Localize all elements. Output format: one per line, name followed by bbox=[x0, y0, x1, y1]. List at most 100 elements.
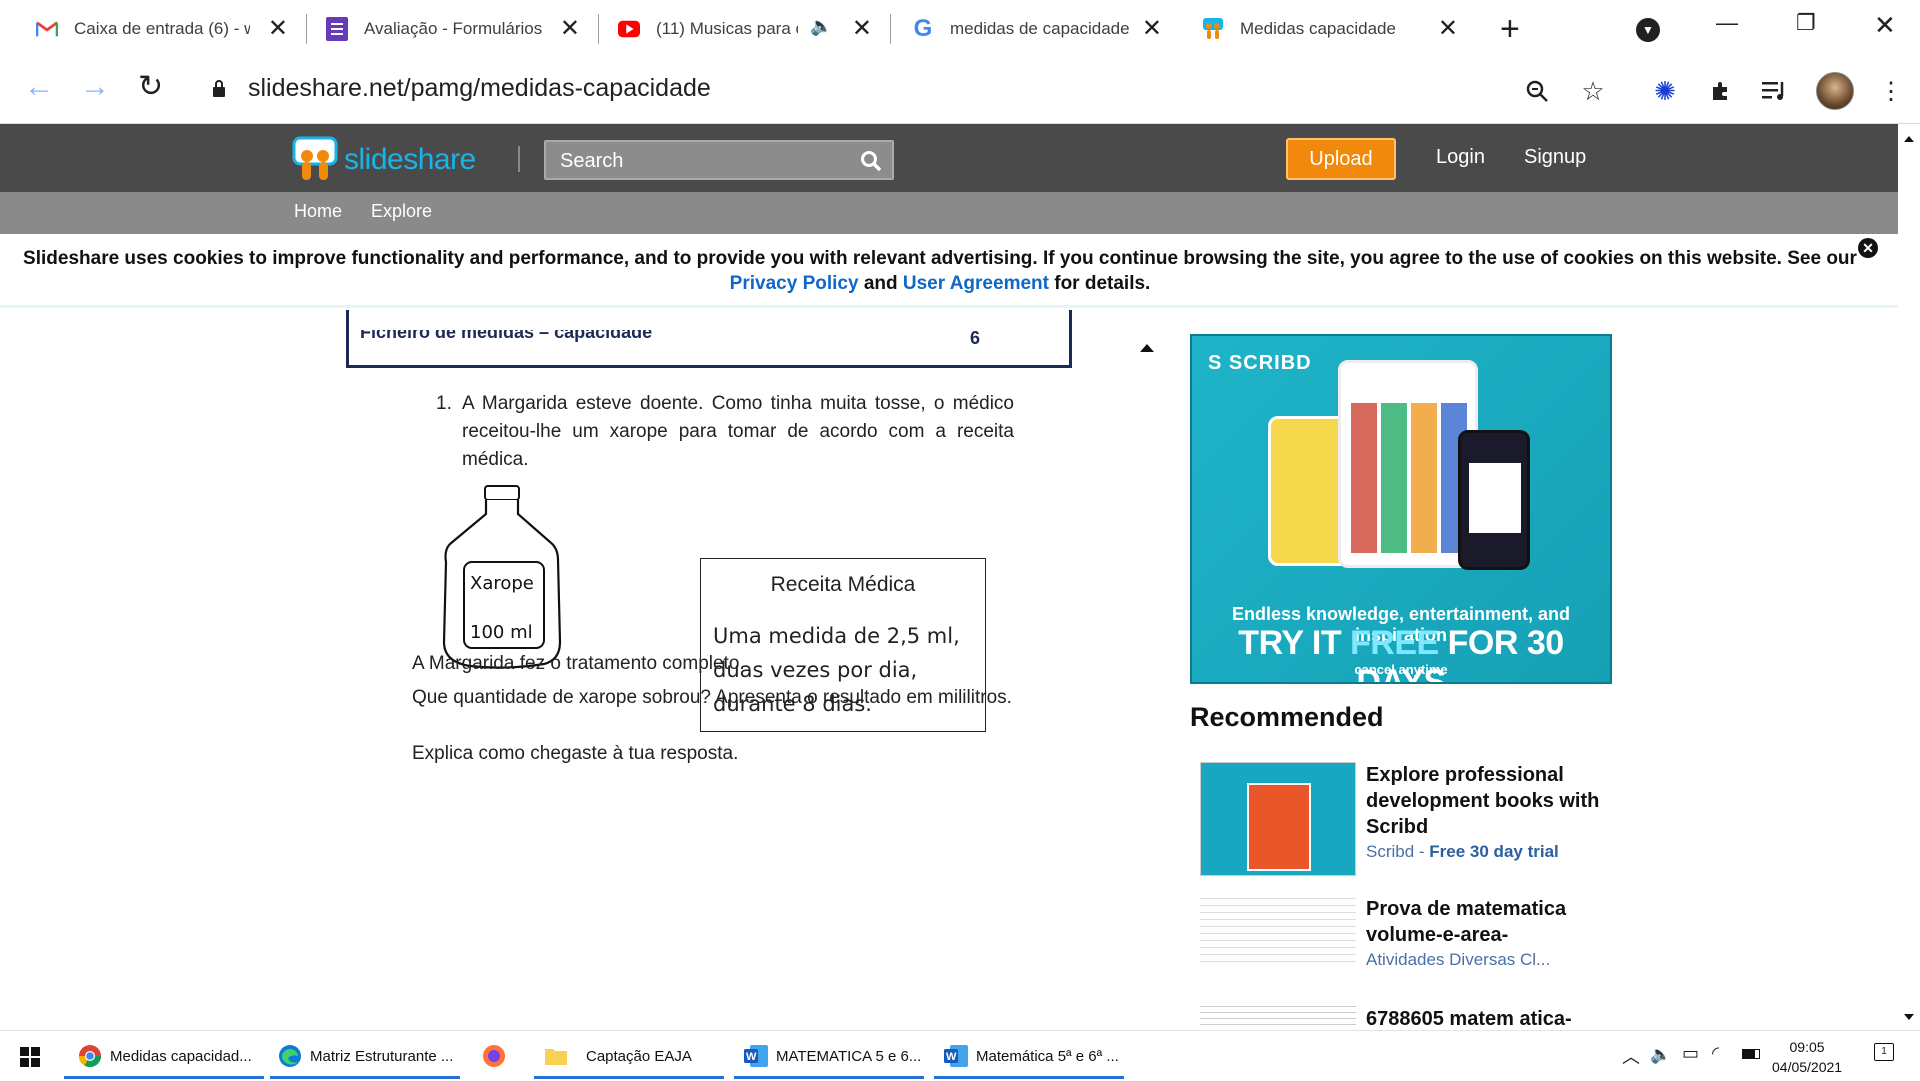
taskbar-folder[interactable]: Captação EAJA bbox=[534, 1031, 724, 1081]
media-control-icon[interactable] bbox=[1760, 76, 1790, 106]
recommended-item[interactable]: 6788605 matem atica- bbox=[1200, 1006, 1640, 1030]
profile-avatar[interactable] bbox=[1816, 72, 1854, 110]
speaker-icon[interactable]: 🔈 bbox=[810, 16, 832, 37]
folder-icon bbox=[544, 1044, 568, 1068]
system-tray-chevron-icon[interactable]: ︿ bbox=[1622, 1043, 1640, 1069]
search-icon[interactable] bbox=[860, 150, 882, 172]
lock-icon[interactable] bbox=[212, 80, 226, 98]
window-close-icon[interactable]: ✕ bbox=[1874, 10, 1896, 41]
taskbar-word-1[interactable]: W MATEMATICA 5 e 6... bbox=[734, 1031, 924, 1081]
notifications-icon[interactable]: 1 bbox=[1874, 1043, 1894, 1061]
scribd-ad[interactable]: S SCRIBD Endless knowledge, entertainmen… bbox=[1190, 334, 1612, 684]
tab-slideshare-active[interactable]: Medidas capacidade ✕ bbox=[1202, 12, 1458, 46]
scribd-brand-text: SCRIBD bbox=[1228, 352, 1312, 374]
cookie-text: Slideshare uses cookies to improve funct… bbox=[20, 246, 1860, 296]
close-tab-icon[interactable]: ✕ bbox=[1438, 17, 1458, 41]
search-box bbox=[544, 140, 894, 180]
cookie-message: Slideshare uses cookies to improve funct… bbox=[23, 248, 1857, 269]
cookie-close-icon[interactable]: ✕ bbox=[1858, 238, 1878, 258]
search-input[interactable] bbox=[560, 146, 850, 176]
word-icon: W bbox=[744, 1044, 768, 1068]
close-tab-icon[interactable]: ✕ bbox=[560, 17, 580, 41]
tab-google-search[interactable]: G medidas de capacidade n ✕ bbox=[912, 12, 1162, 46]
user-agreement-link[interactable]: User Agreement bbox=[903, 273, 1049, 294]
youtube-icon bbox=[618, 18, 640, 40]
taskbar-chrome[interactable]: Medidas capacidad... bbox=[64, 1031, 264, 1081]
privacy-policy-link[interactable]: Privacy Policy bbox=[730, 273, 859, 294]
tab-separator bbox=[890, 14, 891, 44]
taskbar-active-indicator bbox=[534, 1076, 724, 1079]
back-icon[interactable]: ← bbox=[24, 72, 54, 102]
tab-gmail[interactable]: Caixa de entrada (6) - wa ✕ bbox=[36, 12, 288, 46]
tablet-image bbox=[1338, 360, 1478, 568]
scroll-up-icon[interactable] bbox=[1904, 136, 1914, 142]
restore-icon[interactable]: ❐ bbox=[1796, 10, 1816, 36]
scroll-down-icon[interactable] bbox=[1904, 1014, 1914, 1020]
close-tab-icon[interactable]: ✕ bbox=[268, 17, 288, 41]
recommended-source: Scribd - Free 30 day trial bbox=[1366, 842, 1559, 861]
wifi-icon[interactable]: ◜ bbox=[1712, 1043, 1719, 1064]
svg-text:W: W bbox=[746, 1051, 757, 1063]
url-bar[interactable]: slideshare.net/pamg/medidas-capacidade bbox=[248, 74, 711, 103]
recommended-thumbnail[interactable] bbox=[1200, 762, 1356, 876]
close-tab-icon[interactable]: ✕ bbox=[1142, 17, 1162, 41]
question-body: A Margarida esteve doente. Como tinha mu… bbox=[462, 393, 1014, 470]
recommended-title[interactable]: Explore professional development books w… bbox=[1366, 762, 1636, 840]
taskbar-word-2[interactable]: W Matemática 5ª e 6ª ... bbox=[934, 1031, 1124, 1081]
reload-icon[interactable]: ↻ bbox=[138, 72, 163, 102]
zoom-icon[interactable] bbox=[1522, 76, 1552, 106]
page-scrollbar[interactable] bbox=[1898, 124, 1920, 1030]
volume-icon[interactable]: 🔈 bbox=[1650, 1045, 1671, 1065]
recommended-thumbnail[interactable] bbox=[1200, 896, 1356, 968]
recommended-heading: Recommended bbox=[1190, 702, 1384, 732]
meet-icon[interactable]: ▭ bbox=[1682, 1043, 1699, 1064]
taskbar-label: Matriz Estruturante ... bbox=[310, 1047, 454, 1065]
new-tab-button[interactable]: + bbox=[1500, 10, 1520, 49]
slideshare-logo[interactable]: slideshare bbox=[292, 136, 476, 184]
taskbar-firefox[interactable] bbox=[470, 1031, 520, 1081]
recommended-title[interactable]: 6788605 matem atica- bbox=[1366, 1006, 1636, 1030]
cookie-banner: Slideshare uses cookies to improve funct… bbox=[0, 234, 1898, 308]
signup-link[interactable]: Signup bbox=[1524, 146, 1586, 169]
windows-start-icon[interactable] bbox=[20, 1047, 40, 1072]
taskbar-edge[interactable]: Matriz Estruturante ... bbox=[270, 1031, 460, 1081]
extension-gear-icon[interactable]: ✺ bbox=[1650, 76, 1680, 106]
chrome-icon bbox=[78, 1044, 102, 1068]
recommended-thumbnail[interactable] bbox=[1200, 1006, 1356, 1030]
browser-tab-strip: Caixa de entrada (6) - wa ✕ Avaliação - … bbox=[0, 0, 1920, 58]
question-number: 1. bbox=[436, 393, 452, 414]
close-tab-icon[interactable]: ✕ bbox=[852, 17, 872, 41]
slide-document: Ficheiro de medidas – capacidade 6 1. A … bbox=[300, 310, 1160, 1010]
cookie-end: for details. bbox=[1048, 273, 1151, 294]
bookmark-star-icon[interactable]: ☆ bbox=[1578, 76, 1608, 106]
slideshare-logo-text: slideshare bbox=[344, 143, 476, 176]
clock-date: 04/05/2021 bbox=[1772, 1059, 1843, 1075]
tab-forms[interactable]: Avaliação - Formulários G ✕ bbox=[326, 12, 580, 46]
browser-toolbar: ← → ↻ slideshare.net/pamg/medidas-capaci… bbox=[0, 58, 1920, 124]
ad-cta-part: TRY IT bbox=[1238, 624, 1351, 662]
tab-youtube[interactable]: (11) Musicas para o 🔈 ✕ bbox=[618, 12, 872, 46]
minimize-icon[interactable]: — bbox=[1716, 10, 1738, 36]
bottle-label: Xarope bbox=[470, 573, 534, 594]
recommended-item[interactable]: Prova de matematica volume-e-area- Ativi… bbox=[1200, 896, 1640, 986]
recommended-author: Scribd bbox=[1366, 842, 1415, 861]
google-icon: G bbox=[913, 15, 933, 42]
slide-scroll-up-icon[interactable] bbox=[1140, 344, 1154, 352]
nav-home[interactable]: Home bbox=[294, 201, 342, 222]
menu-kebab-icon[interactable]: ⋮ bbox=[1876, 76, 1906, 106]
upload-button[interactable]: Upload bbox=[1286, 138, 1396, 180]
tab-title: Medidas capacidade bbox=[1240, 19, 1396, 38]
login-link[interactable]: Login bbox=[1436, 146, 1485, 169]
tab-separator bbox=[598, 14, 599, 44]
extensions-puzzle-icon[interactable] bbox=[1706, 76, 1736, 106]
tab-search-icon[interactable]: ▼ bbox=[1636, 18, 1660, 42]
forward-icon[interactable]: → bbox=[80, 72, 110, 102]
windows-taskbar: Medidas capacidad... Matriz Estruturante… bbox=[0, 1030, 1920, 1080]
battery-icon[interactable] bbox=[1742, 1049, 1760, 1059]
taskbar-clock[interactable]: 09:05 04/05/2021 bbox=[1772, 1037, 1842, 1077]
nav-explore[interactable]: Explore bbox=[371, 201, 432, 222]
question-text: 1. A Margarida esteve doente. Como tinha… bbox=[436, 390, 1014, 474]
recommended-title[interactable]: Prova de matematica volume-e-area- bbox=[1366, 896, 1636, 948]
recommended-item[interactable]: Explore professional development books w… bbox=[1200, 762, 1640, 880]
recommended-text: Prova de matematica volume-e-area- Ativi… bbox=[1366, 896, 1636, 970]
